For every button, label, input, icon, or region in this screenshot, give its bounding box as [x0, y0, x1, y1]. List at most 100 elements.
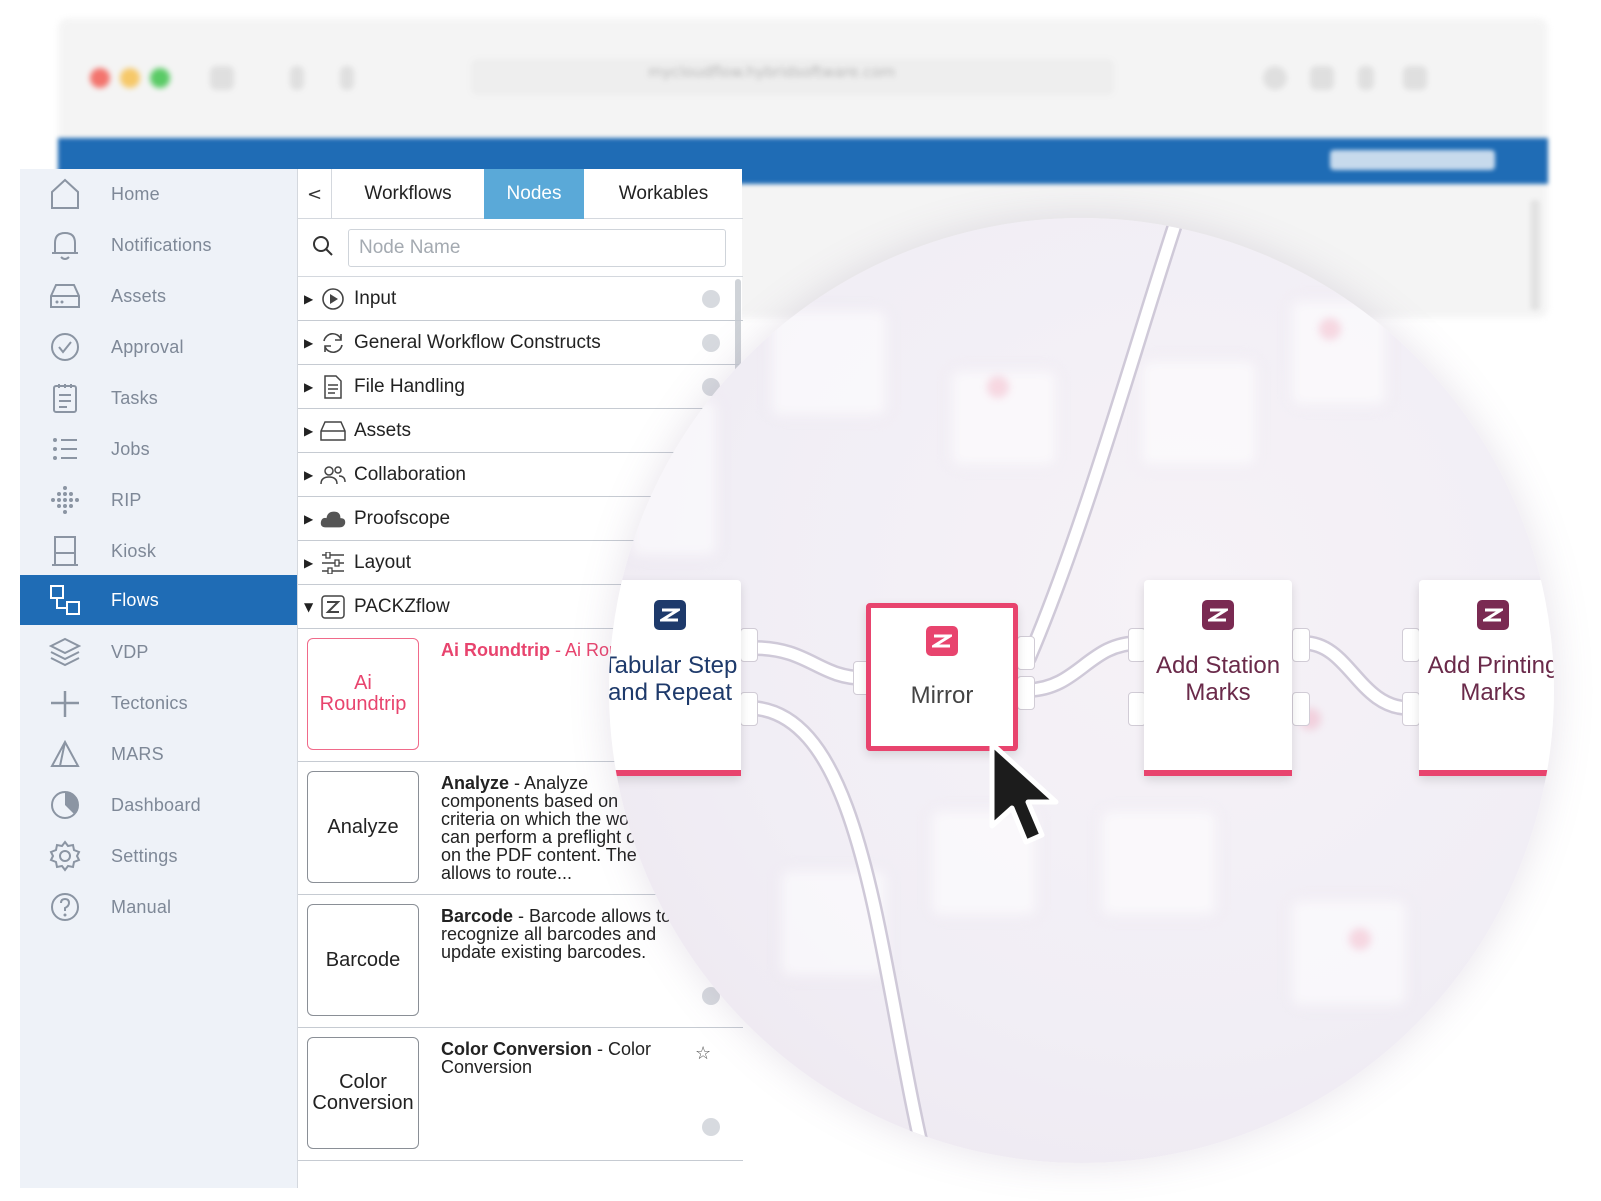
output-port[interactable] [1292, 692, 1310, 726]
drive-icon [48, 279, 82, 313]
flow-connection-wires [746, 218, 1417, 1163]
node-separator: - [592, 1039, 609, 1059]
forward-arrow-icon[interactable] [340, 66, 354, 90]
sidebar-item-manual[interactable]: Manual [20, 882, 297, 932]
output-port[interactable] [740, 628, 758, 662]
refresh-icon [320, 330, 346, 356]
sidebar-toggle-icon[interactable] [210, 66, 234, 90]
flow-node-add-printing-marks[interactable]: Add Printing Marks [1419, 580, 1554, 776]
minimize-window-dot[interactable] [120, 68, 140, 88]
caret-right-icon: ▶ [304, 423, 314, 438]
output-port[interactable] [1017, 676, 1035, 710]
back-arrow-icon[interactable] [290, 66, 304, 90]
sidebar-item-home[interactable]: Home [20, 169, 297, 219]
tectonics-icon [48, 686, 82, 720]
sidebar-item-label: Assets [111, 285, 167, 306]
flow-node-underline [1419, 770, 1554, 776]
dots-grid-icon [48, 483, 82, 517]
sidebar-item-approval[interactable]: Approval [20, 322, 297, 372]
app-header-search[interactable] [1330, 150, 1495, 170]
sidebar-item-label: Tasks [111, 387, 159, 408]
flows-icon [48, 583, 82, 617]
gear-icon [48, 839, 82, 873]
sidebar-item-kiosk[interactable]: Kiosk [20, 526, 297, 576]
sidebar-item-label: Dashboard [111, 794, 201, 815]
drive-icon [320, 418, 346, 444]
new-tab-icon[interactable] [1358, 66, 1374, 90]
flow-node-add-station-marks[interactable]: Add Station Marks [1144, 580, 1292, 776]
check-circle-icon [48, 330, 82, 364]
panel-collapse-button[interactable]: < [298, 169, 332, 219]
caret-right-icon: ▶ [304, 291, 314, 306]
packz-node-icon [926, 626, 958, 656]
tabs-overview-icon[interactable] [1403, 66, 1427, 90]
sidebar-item-notifications[interactable]: Notifications [20, 220, 297, 270]
caret-down-icon: ▼ [304, 599, 314, 614]
mouse-cursor-icon [986, 738, 1070, 860]
sidebar-item-label: VDP [111, 641, 149, 662]
tab-workflows[interactable]: Workflows [332, 169, 484, 219]
maximize-window-dot[interactable] [150, 68, 170, 88]
sidebar-item-label: Flows [111, 589, 160, 610]
sidebar-item-label: RIP [111, 489, 142, 510]
node-thumbnail[interactable]: Ai Roundtrip [307, 638, 419, 750]
cloud-icon [320, 506, 346, 532]
flow-node-title: Tabular Step and Repeat [609, 652, 738, 706]
tab-workables[interactable]: Workables [584, 169, 743, 219]
node-thumbnail[interactable]: Color Conversion [307, 1037, 419, 1149]
packz-node-icon [1477, 600, 1509, 630]
close-window-dot[interactable] [90, 68, 110, 88]
screenshot-stage: { "browser": { "url": "mycloudflow.hybri… [0, 0, 1601, 1201]
sidebar-item-jobs[interactable]: Jobs [20, 424, 297, 474]
sidebar-item-flows[interactable]: Flows [20, 575, 297, 625]
input-port[interactable] [1402, 628, 1420, 662]
node-thumbnail[interactable]: Analyze [307, 771, 419, 883]
sidebar-item-label: Manual [111, 896, 172, 917]
sidebar-item-assets[interactable]: Assets [20, 271, 297, 321]
category-label: Layout [354, 551, 412, 573]
node-separator: - [513, 906, 530, 926]
share-icon[interactable] [1310, 66, 1334, 90]
sidebar-item-tasks[interactable]: Tasks [20, 373, 297, 423]
download-icon[interactable] [1263, 66, 1287, 90]
category-label: Collaboration [354, 463, 466, 485]
caret-right-icon: ▶ [304, 511, 314, 526]
sidebar-item-label: Jobs [111, 438, 150, 459]
caret-right-icon: ▶ [304, 555, 314, 570]
flow-node-tabular-step-and-repeat[interactable]: Tabular Step and Repeat [609, 580, 741, 776]
home-icon [48, 177, 82, 211]
category-label: Input [354, 287, 397, 309]
node-separator: - [549, 640, 565, 660]
sidebar-item-rip[interactable]: RIP [20, 475, 297, 525]
packz-node-icon [654, 600, 686, 630]
output-port[interactable] [740, 692, 758, 726]
sidebar-item-vdp[interactable]: VDP [20, 627, 297, 677]
packz-icon [320, 594, 346, 620]
tab-nodes[interactable]: Nodes [484, 169, 584, 219]
input-port[interactable] [1402, 692, 1420, 726]
file-icon [320, 374, 346, 400]
sidebar-item-settings[interactable]: Settings [20, 831, 297, 881]
sidebar-item-label: Home [111, 183, 160, 204]
sidebar-item-label: MARS [111, 743, 164, 764]
kiosk-icon [48, 534, 82, 568]
sidebar-item-tectonics[interactable]: Tectonics [20, 678, 297, 728]
users-icon [320, 462, 346, 488]
caret-right-icon: ▶ [304, 379, 314, 394]
sidebar-item-label: Settings [111, 845, 178, 866]
node-name: Analyze [441, 773, 510, 793]
node-name: Color Conversion [441, 1039, 593, 1059]
sliders-icon [320, 550, 346, 576]
panel-tabs: < Workflows Nodes Workables [298, 169, 743, 219]
flow-node-title: Mirror [910, 682, 974, 709]
flow-node-mirror[interactable]: Mirror [866, 603, 1018, 751]
node-thumbnail[interactable]: Barcode [307, 904, 419, 1016]
sidebar-item-dashboard[interactable]: Dashboard [20, 780, 297, 830]
output-port[interactable] [1292, 628, 1310, 662]
output-port[interactable] [1017, 636, 1035, 670]
category-label: File Handling [354, 375, 465, 397]
category-label: PACKZflow [354, 595, 450, 617]
sidebar-item-mars[interactable]: MARS [20, 729, 297, 779]
pie-icon [48, 788, 82, 822]
node-name: Ai Roundtrip [441, 640, 550, 660]
